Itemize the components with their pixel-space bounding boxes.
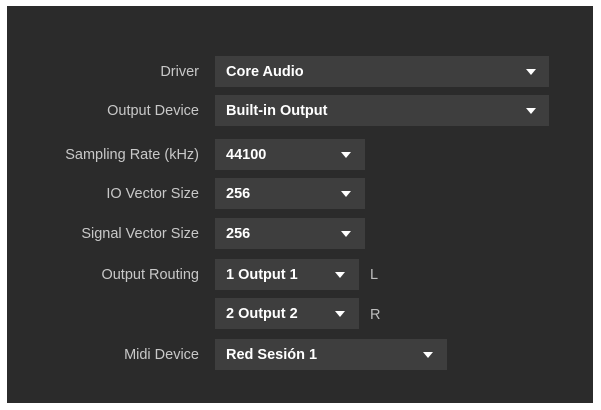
io-vector-size-select[interactable]: 256 [215, 178, 365, 209]
sampling-rate-value: 44100 [226, 146, 267, 163]
caret-down-icon [341, 152, 351, 158]
sampling-rate-select[interactable]: 44100 [215, 139, 365, 170]
sampling-rate-label: Sampling Rate (kHz) [65, 147, 199, 163]
caret-down-icon [335, 311, 345, 317]
driver-value: Core Audio [226, 63, 304, 80]
caret-down-icon [526, 69, 536, 75]
channel-left-indicator: L [370, 267, 379, 283]
midi-device-label: Midi Device [124, 347, 199, 363]
output-device-label: Output Device [107, 103, 199, 119]
output-device-select[interactable]: Built-in Output [215, 95, 549, 126]
caret-down-icon [341, 191, 351, 197]
caret-down-icon [335, 272, 345, 278]
channel-right-indicator: R [370, 307, 381, 323]
signal-vector-size-label: Signal Vector Size [81, 226, 199, 242]
output-routing-label: Output Routing [101, 267, 199, 283]
caret-down-icon [526, 108, 536, 114]
output-routing-channel-1-value: 1 Output 1 [226, 266, 298, 283]
signal-vector-size-value: 256 [226, 225, 251, 242]
caret-down-icon [423, 352, 433, 358]
output-routing-channel-2-select[interactable]: 2 Output 2 [215, 298, 359, 329]
midi-device-select[interactable]: Red Sesión 1 [215, 339, 447, 370]
midi-device-value: Red Sesión 1 [226, 346, 318, 363]
io-vector-size-value: 256 [226, 185, 251, 202]
output-routing-channel-2-value: 2 Output 2 [226, 305, 298, 322]
io-vector-size-label: IO Vector Size [106, 186, 199, 202]
driver-label: Driver [160, 64, 199, 80]
output-device-value: Built-in Output [226, 102, 328, 119]
signal-vector-size-select[interactable]: 256 [215, 218, 365, 249]
driver-select[interactable]: Core Audio [215, 56, 549, 87]
output-routing-channel-1-select[interactable]: 1 Output 1 [215, 259, 359, 290]
caret-down-icon [341, 231, 351, 237]
